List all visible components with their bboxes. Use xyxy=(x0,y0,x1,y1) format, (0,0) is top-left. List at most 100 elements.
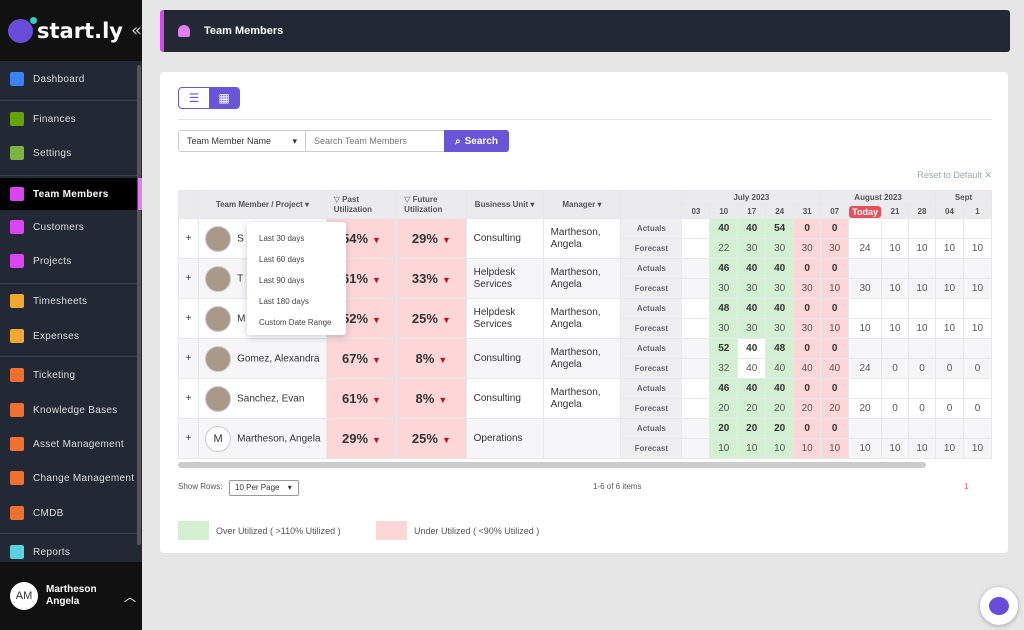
forecast-value: 10 xyxy=(880,438,909,459)
down-arrow-icon: ▼ xyxy=(441,235,451,245)
filter-icon[interactable]: ▽ xyxy=(334,195,340,204)
sidebar-item-projects[interactable]: Projects xyxy=(0,245,138,277)
sidebar-item-dashboard[interactable]: Dashboard xyxy=(0,63,138,95)
expand-button[interactable]: + xyxy=(178,418,200,459)
past-utilization: 61% ▼ xyxy=(325,378,398,419)
business-unit-header[interactable]: Business Unit ▾ xyxy=(465,190,544,219)
person-icon xyxy=(178,25,190,37)
forecast-label: Forecast xyxy=(620,238,683,259)
manager-header[interactable]: Manager ▾ xyxy=(542,190,622,219)
briefcase-icon xyxy=(10,254,24,268)
sidebar-item-expenses[interactable]: Expenses xyxy=(0,320,138,352)
date-header: 28 xyxy=(907,204,937,219)
down-arrow-icon: ▼ xyxy=(372,395,381,405)
down-arrow-icon: ▼ xyxy=(372,275,381,285)
sidebar-scrollbar[interactable] xyxy=(137,65,141,545)
expand-button[interactable]: + xyxy=(178,298,200,339)
forecast-value xyxy=(681,358,711,379)
avatar xyxy=(205,305,232,332)
per-page-select[interactable]: 10 Per Page ▾ xyxy=(229,480,299,496)
collapse-icon[interactable]: « xyxy=(131,20,142,41)
pie-chart-icon xyxy=(10,545,24,559)
actual-value: 0 xyxy=(793,338,822,359)
actual-value xyxy=(907,418,937,439)
member-cell[interactable]: Sanchez, Evan xyxy=(198,378,327,419)
sidebar-item-settings[interactable]: Settings xyxy=(0,137,138,169)
forecast-value: 30 xyxy=(737,238,767,259)
actual-value xyxy=(962,258,992,279)
dropdown-option[interactable]: Last 180 days xyxy=(247,291,346,312)
page-1[interactable]: 1 xyxy=(964,482,968,491)
show-rows-label: Show Rows: xyxy=(178,482,223,491)
business-unit: Consulting xyxy=(465,338,544,379)
business-unit: Consulting xyxy=(465,218,544,259)
actual-value xyxy=(681,258,711,279)
item-count: 1-6 of 6 items xyxy=(593,482,642,491)
user-profile[interactable]: AM Martheson Angela ︿ xyxy=(0,562,142,630)
forecast-value: 0 xyxy=(880,358,909,379)
filter-select[interactable]: Team Member Name ▾ xyxy=(178,130,306,152)
actual-value: 0 xyxy=(793,378,822,399)
sidebar-item-change-management[interactable]: Change Management xyxy=(0,462,138,494)
sidebar-item-finances[interactable]: Finances xyxy=(0,103,138,135)
expand-button[interactable]: + xyxy=(178,258,200,299)
sidebar-item-customers[interactable]: Customers xyxy=(0,211,138,243)
actual-value xyxy=(681,298,711,319)
dollar-icon xyxy=(10,329,24,343)
member-header[interactable]: Team Member / Project ▾ xyxy=(198,190,327,219)
actual-value: 40 xyxy=(709,218,739,239)
actual-value xyxy=(848,258,882,279)
sidebar-item-label: Change Management xyxy=(33,472,135,484)
sidebar-item-knowledge-bases[interactable]: Knowledge Bases xyxy=(0,394,138,426)
laptop-icon xyxy=(10,437,24,451)
dropdown-option[interactable]: Last 60 days xyxy=(247,249,346,270)
forecast-value: 0 xyxy=(907,398,937,419)
manager: Martheson, Angela xyxy=(542,378,622,419)
expand-button[interactable]: + xyxy=(178,378,200,419)
dashboard-icon xyxy=(10,72,24,86)
avatar xyxy=(205,225,232,252)
sidebar-item-timesheets[interactable]: Timesheets xyxy=(0,285,138,317)
sidebar-item-team-members[interactable]: Team Members xyxy=(0,178,138,210)
sidebar-item-asset-management[interactable]: Asset Management xyxy=(0,428,138,460)
business-unit: Consulting xyxy=(465,378,544,419)
actual-value: 40 xyxy=(737,218,767,239)
logo[interactable]: start.ly « xyxy=(0,0,142,61)
search-input[interactable] xyxy=(305,130,445,152)
sidebar-item-label: CMDB xyxy=(33,507,64,519)
expand-button[interactable]: + xyxy=(178,218,200,259)
actual-value xyxy=(907,378,937,399)
sidebar-item-ticketing[interactable]: Ticketing xyxy=(0,359,138,391)
expand-button[interactable]: + xyxy=(178,338,200,379)
dropdown-option[interactable]: Custom Date Range xyxy=(247,312,346,333)
member-cell[interactable]: M Martheson, Angela xyxy=(198,418,327,459)
actual-value xyxy=(962,218,992,239)
clock-icon xyxy=(10,294,24,308)
assistant-button[interactable] xyxy=(980,587,1018,625)
table-row: + M Martheson, Angela 29% ▼ 25% ▼ Operation… xyxy=(178,418,992,459)
legend-over: Over Utilized ( >110% Utilized ) xyxy=(216,526,341,536)
forecast-value: 30 xyxy=(737,278,767,299)
actual-value xyxy=(880,258,909,279)
reset-to-default-button[interactable]: Reset to Default ✕ xyxy=(917,170,992,181)
list-view-button[interactable]: ☰ xyxy=(179,88,209,108)
actual-value: 40 xyxy=(737,338,767,359)
dropdown-option[interactable]: Last 30 days xyxy=(247,228,346,249)
actual-value: 52 xyxy=(709,338,739,359)
avatar: M xyxy=(205,425,232,452)
sidebar-item-cmdb[interactable]: CMDB xyxy=(0,497,138,529)
member-cell[interactable]: Gomez, Alexandra xyxy=(198,338,327,379)
past-utilization-header[interactable]: ▽ Past Utilization xyxy=(325,190,398,219)
divider xyxy=(0,533,138,534)
chevron-up-icon[interactable]: ︿ xyxy=(124,588,136,605)
search-button[interactable]: ⌕ Search xyxy=(444,130,509,152)
calendar-view-button[interactable]: ▦ xyxy=(209,88,239,108)
forecast-label: Forecast xyxy=(620,358,683,379)
horizontal-scrollbar[interactable] xyxy=(178,462,926,468)
filter-icon[interactable]: ▽ xyxy=(404,195,410,204)
forecast-value: 30 xyxy=(793,318,822,339)
actual-value: 0 xyxy=(820,218,850,239)
dropdown-option[interactable]: Last 90 days xyxy=(247,270,346,291)
actual-value xyxy=(935,258,964,279)
future-utilization-header[interactable]: ▽ Future Utilization xyxy=(396,190,467,219)
